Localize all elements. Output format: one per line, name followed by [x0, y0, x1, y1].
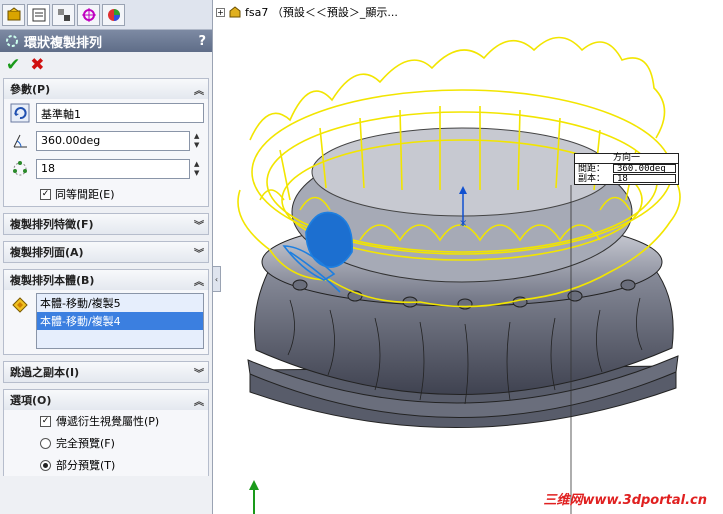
cancel-button[interactable]: ✖ [30, 55, 44, 75]
list-item[interactable]: 本體-移動/複製4 [37, 312, 203, 330]
appearance-tab[interactable] [102, 3, 125, 26]
svg-text:×: × [459, 218, 467, 229]
features-to-pattern-header[interactable]: 複製排列特徵(F) ︾ [4, 214, 208, 234]
manager-tabs [0, 0, 212, 30]
bodies-to-pattern-header[interactable]: 複製排列本體(B) ︽ [4, 270, 208, 290]
angle-field[interactable]: 360.00deg [36, 131, 190, 151]
instances-to-skip-title: 跳過之副本(I) [10, 366, 80, 379]
bodies-to-pattern-title: 複製排列本體(B) [10, 274, 95, 287]
property-manager-tab[interactable] [27, 3, 50, 26]
feature-manager-icon [7, 6, 20, 20]
bodies-list[interactable]: 本體-移動/複製5 本體-移動/複製4 [36, 293, 204, 349]
feature-title: 環狀複製排列 [24, 35, 103, 51]
reverse-direction-icon[interactable] [8, 102, 32, 124]
callout-copies-value[interactable]: 18 [613, 174, 676, 184]
direction-callout[interactable]: 方向一 間距： 360.00deg 副本： 18 [574, 153, 679, 185]
chevron-down-icon: ︾ [194, 220, 204, 232]
property-manager-panel: 環狀複製排列 ? ✔ ✖ 參數(P) ︽ 基準軸1 360.00deg ▲▼ [0, 0, 213, 514]
partial-preview-label: 部分預覽(T) [56, 459, 116, 472]
feature-manager-tab[interactable] [2, 3, 25, 26]
help-button[interactable]: ? [198, 34, 206, 49]
chevron-up-icon: ︽ [194, 276, 204, 288]
chevron-down-icon: ︾ [194, 368, 204, 380]
parameters-header[interactable]: 參數(P) ︽ [4, 79, 208, 99]
callout-spacing-value[interactable]: 360.00deg [613, 164, 676, 174]
instances-spinner[interactable]: ▲ ▼ [194, 160, 204, 178]
angle-icon [8, 130, 32, 152]
angle-spinner[interactable]: ▲ ▼ [194, 132, 204, 150]
full-preview-radio[interactable] [40, 437, 51, 449]
part-icon [229, 6, 241, 18]
selected-bodies [282, 211, 353, 293]
configuration-manager-tab[interactable] [52, 3, 75, 26]
instances-icon [8, 158, 32, 180]
circular-pattern-icon [6, 35, 18, 47]
tree-root-label[interactable]: fsa7 （預設＜＜預設＞_顯示... [245, 4, 398, 20]
chevron-up-icon: ︽ [194, 396, 204, 408]
dimxpert-icon [81, 7, 96, 22]
full-preview-label: 完全預覽(F) [56, 437, 115, 450]
pattern-axis-field[interactable]: 基準軸1 [36, 103, 204, 123]
dimxpert-tab[interactable] [77, 3, 100, 26]
feature-tree-flyout: + fsa7 （預設＜＜預設＞_顯示... [216, 4, 398, 20]
bodies-icon [8, 293, 32, 315]
panel-collapse-handle[interactable]: ‹ [212, 266, 221, 292]
instances-to-skip-header[interactable]: 跳過之副本(I) ︾ [4, 362, 208, 382]
ok-button[interactable]: ✔ [6, 55, 20, 75]
instances-field[interactable]: 18 [36, 159, 190, 179]
expand-icon[interactable]: + [216, 7, 225, 17]
faces-to-pattern-header[interactable]: 複製排列面(A) ︾ [4, 242, 208, 262]
appearance-icon [107, 8, 120, 21]
features-to-pattern-group: 複製排列特徵(F) ︾ [3, 213, 209, 235]
options-title: 選項(O) [10, 394, 52, 407]
callout-title: 方向一 [575, 154, 678, 164]
callout-spacing-label: 間距： [578, 164, 606, 174]
list-item[interactable]: 本體-移動/複製5 [37, 294, 203, 312]
options-group: 選項(O) ︽ ✓ 傳遞衍生視覺屬性(P) 完全預覽(F) 部分預覽(T) [3, 389, 209, 476]
watermark: 三维网www.3dportal.cn [543, 493, 707, 508]
feature-title-bar: 環狀複製排列 ? [0, 30, 212, 52]
bodies-to-pattern-group: 複製排列本體(B) ︽ 本體-移動/複製5 本體-移動/複製4 [3, 269, 209, 355]
view-triad [249, 480, 259, 514]
options-header[interactable]: 選項(O) ︽ [4, 390, 208, 410]
property-manager-icon [32, 8, 45, 21]
faces-to-pattern-title: 複製排列面(A) [10, 246, 84, 259]
propagate-visual-label: 傳遞衍生視覺屬性(P) [56, 415, 160, 428]
equal-spacing-label: 同等間距(E) [55, 188, 115, 201]
configuration-manager-icon [57, 8, 70, 21]
chevron-up-icon: ︽ [194, 85, 204, 97]
propagate-visual-checkbox[interactable]: ✓ [40, 415, 51, 427]
faces-to-pattern-group: 複製排列面(A) ︾ [3, 241, 209, 263]
instances-to-skip-group: 跳過之副本(I) ︾ [3, 361, 209, 383]
parameters-group: 參數(P) ︽ 基準軸1 360.00deg ▲ ▼ 18 ▲ ▼ ✓ 同等間距(E… [3, 78, 209, 207]
features-to-pattern-title: 複製排列特徵(F) [10, 218, 94, 231]
equal-spacing-checkbox[interactable]: ✓ [40, 188, 51, 200]
parameters-title: 參數(P) [10, 83, 51, 96]
pattern-axis: × [459, 186, 467, 229]
ok-cancel-row: ✔ ✖ [0, 52, 212, 78]
partial-preview-radio[interactable] [40, 459, 51, 471]
callout-copies-label: 副本： [578, 174, 606, 184]
chevron-down-icon: ︾ [194, 248, 204, 260]
